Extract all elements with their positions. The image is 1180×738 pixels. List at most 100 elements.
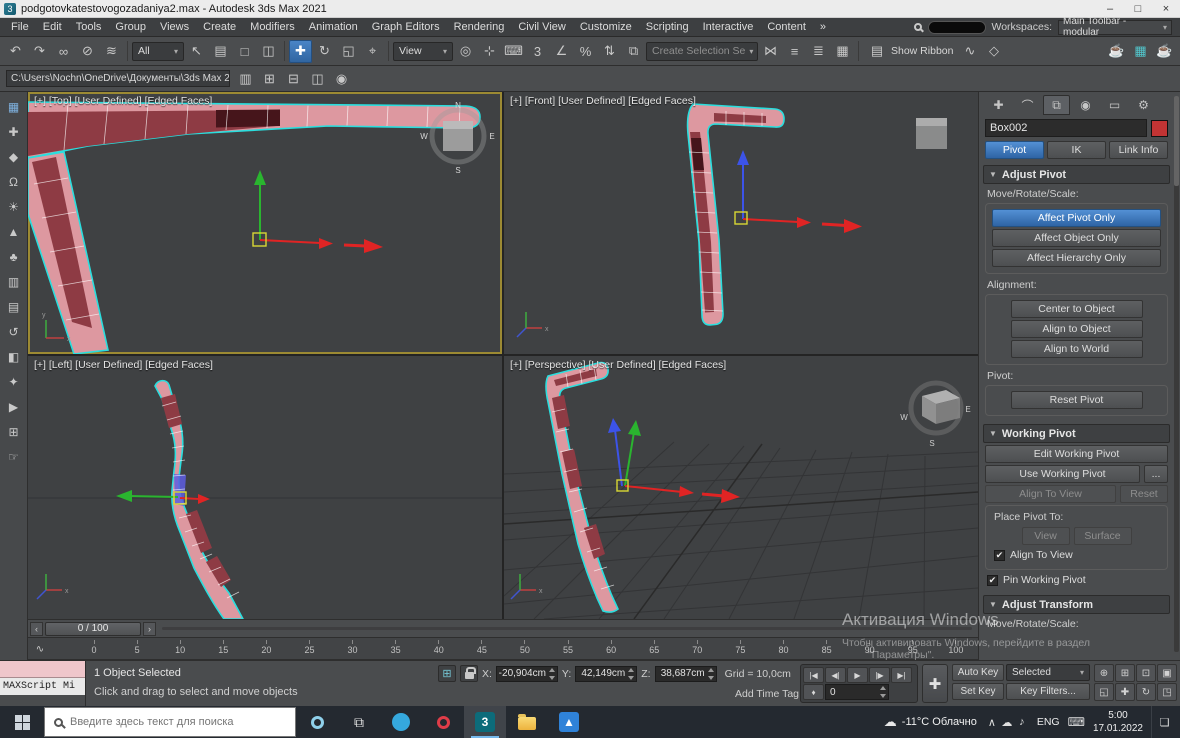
angle-snap-toggle-icon[interactable]: ∠ xyxy=(550,40,573,63)
motion-tab-icon[interactable]: ◉ xyxy=(1072,95,1099,115)
start-button[interactable] xyxy=(0,706,44,738)
viewport-top-canvas[interactable]: N E S W x y xyxy=(28,92,502,354)
left-toolbar-icon-8[interactable]: ▥ xyxy=(3,271,25,293)
set-keys-button[interactable]: ✚ xyxy=(922,664,948,703)
left-toolbar-icon-10[interactable]: ↺ xyxy=(3,321,25,343)
viewport-left[interactable]: x [+] [Left] [User Defined] [Edged Faces… xyxy=(28,356,502,619)
menu-edit[interactable]: Edit xyxy=(36,21,69,33)
select-by-name-icon[interactable]: ▤ xyxy=(209,40,232,63)
add-selection-set-icon[interactable]: ⊞ xyxy=(258,67,281,90)
working-pivot-rollout-header[interactable]: ▼ Working Pivot xyxy=(983,424,1170,443)
left-toolbar-icon-11[interactable]: ◧ xyxy=(3,346,25,368)
3ds-max-taskbar-icon[interactable]: 3 xyxy=(464,706,506,738)
weather-widget[interactable]: ☁ -11°C Облачно xyxy=(884,714,977,730)
left-toolbar-icon-6[interactable]: ▲ xyxy=(3,221,25,243)
create-tab-icon[interactable]: ✚ xyxy=(985,95,1012,115)
panel-scrollbar[interactable] xyxy=(1174,96,1179,652)
unlink-selection-icon[interactable]: ⊘ xyxy=(76,40,99,63)
utilities-tab-icon[interactable]: ⚙ xyxy=(1130,95,1157,115)
menu-content[interactable]: Content xyxy=(760,21,813,33)
viewport-top[interactable]: N E S W x y [+] [Top] [User Defined] [Ed… xyxy=(28,92,502,354)
left-toolbar-icon-14[interactable]: ⊞ xyxy=(3,421,25,443)
edit-named-selection-sets-icon[interactable]: ⧉ xyxy=(622,40,645,63)
workspace-dropdown[interactable]: Main Toolbar - modular ▾ xyxy=(1058,20,1172,35)
keyboard-shortcut-override-icon[interactable]: ⌨ xyxy=(502,40,525,63)
task-view-button[interactable]: ⧉ xyxy=(338,706,380,738)
opera-icon[interactable] xyxy=(422,706,464,738)
mini-curve-editor-button[interactable]: ∿ xyxy=(30,640,50,658)
bind-to-space-warp-icon[interactable]: ≋ xyxy=(100,40,123,63)
y-coordinate-field[interactable]: 42,149cm xyxy=(575,666,637,682)
object-color-swatch[interactable] xyxy=(1151,120,1168,137)
use-pivot-point-center-icon[interactable]: ◎ xyxy=(454,40,477,63)
menu-customize[interactable]: Customize xyxy=(573,21,639,33)
menu-animation[interactable]: Animation xyxy=(302,21,365,33)
clock[interactable]: 5:00 17.01.2022 xyxy=(1093,709,1143,735)
time-slider-prev-button[interactable]: ‹ xyxy=(30,622,43,636)
ik-button[interactable]: IK xyxy=(1047,141,1106,159)
play-button[interactable]: ▶ xyxy=(847,667,868,683)
viewport-perspective[interactable]: W S E x [+] [Perspective] [User Defined]… xyxy=(504,356,978,619)
add-time-tag[interactable]: Add Time Tag xyxy=(735,688,799,700)
display-tab-icon[interactable]: ▭ xyxy=(1101,95,1128,115)
volume-icon[interactable]: ♪ xyxy=(1015,716,1029,728)
selection-filter-dropdown[interactable]: All ▾ xyxy=(132,42,184,61)
select-and-rotate-icon[interactable]: ↻ xyxy=(313,40,336,63)
toggle-scene-explorer-icon[interactable]: ≣ xyxy=(807,40,830,63)
key-filters-button[interactable]: Key Filters... xyxy=(1006,683,1090,700)
edge-icon[interactable] xyxy=(380,706,422,738)
link-info-button[interactable]: Link Info xyxy=(1109,141,1168,159)
menu-scripting[interactable]: Scripting xyxy=(639,21,696,33)
menu-civil-view[interactable]: Civil View xyxy=(511,21,572,33)
transform-gizmo[interactable] xyxy=(608,418,740,503)
viewcube[interactable] xyxy=(916,118,947,149)
reset-working-pivot-button[interactable]: Reset xyxy=(1120,485,1168,503)
maximize-viewport-toggle-icon[interactable]: ◳ xyxy=(1157,683,1177,701)
show-ribbon-toggle[interactable]: ▤ Show Ribbon xyxy=(863,40,957,63)
working-pivot-options-button[interactable]: ... xyxy=(1144,465,1168,483)
hierarchy-tab-icon[interactable]: ⧉ xyxy=(1043,95,1070,115)
subtract-selection-set-icon[interactable]: ⊟ xyxy=(282,67,305,90)
hidden-icons-chevron[interactable]: ∧ xyxy=(985,716,999,729)
z-coordinate-field[interactable]: 38,687cm xyxy=(655,666,717,682)
left-toolbar-icon-4[interactable]: Ω xyxy=(3,171,25,193)
viewport-front[interactable]: x [+] [Front] [User Defined] [Edged Face… xyxy=(504,92,978,354)
time-slider-track[interactable] xyxy=(162,627,972,630)
adjust-transform-rollout-header[interactable]: ▼ Adjust Transform xyxy=(983,595,1170,614)
toggle-layer-explorer-icon[interactable]: ▦ xyxy=(831,40,854,63)
go-to-end-button[interactable]: ▶| xyxy=(891,667,912,683)
left-toolbar-icon-5[interactable]: ☀ xyxy=(3,196,25,218)
selection-set-dropdown[interactable]: Selected ▾ xyxy=(1006,664,1090,681)
modify-tab-icon[interactable]: ⌒ xyxy=(1014,95,1041,115)
select-and-manipulate-icon[interactable]: ⊹ xyxy=(478,40,501,63)
left-toolbar-icon-13[interactable]: ▶ xyxy=(3,396,25,418)
align-to-world-button[interactable]: Align to World xyxy=(1011,340,1143,358)
left-toolbar-icon-15[interactable]: ☞ xyxy=(3,446,25,468)
maximize-button[interactable]: □ xyxy=(1124,0,1152,17)
search-icon[interactable] xyxy=(914,23,922,31)
onedrive-icon[interactable]: ☁ xyxy=(1000,716,1014,729)
align-to-view-button[interactable]: Align To View xyxy=(985,485,1116,503)
menu-interactive[interactable]: Interactive xyxy=(696,21,761,33)
render-production-icon[interactable]: ☕ xyxy=(1153,40,1176,63)
orbit-icon[interactable]: ↻ xyxy=(1136,683,1156,701)
transform-gizmo[interactable] xyxy=(253,170,383,253)
select-and-link-icon[interactable]: ∞ xyxy=(52,40,75,63)
go-to-start-button[interactable]: |◀ xyxy=(803,667,824,683)
pin-working-pivot-checkbox[interactable]: ✔ Pin Working Pivot xyxy=(987,574,1166,586)
window-crossing-icon[interactable]: ◫ xyxy=(257,40,280,63)
zoom-extents-all-icon[interactable]: ▣ xyxy=(1157,664,1177,682)
viewport-front-label[interactable]: [+] [Front] [User Defined] [Edged Faces] xyxy=(510,95,696,107)
zoom-region-icon[interactable]: ◱ xyxy=(1094,683,1114,701)
create-selection-set-field[interactable]: Create Selection Se ▾ xyxy=(646,42,758,61)
place-pivot-view-button[interactable]: View xyxy=(1022,527,1070,545)
align-to-view-checkbox[interactable]: ✔ Align To View xyxy=(994,549,1159,561)
left-toolbar-icon-9[interactable]: ▤ xyxy=(3,296,25,318)
menu-file[interactable]: File xyxy=(4,21,36,33)
left-toolbar-icon-7[interactable]: ♣ xyxy=(3,246,25,268)
menu-modifiers[interactable]: Modifiers xyxy=(243,21,302,33)
redo-icon[interactable]: ↷ xyxy=(28,40,51,63)
schematic-view-icon[interactable]: ◇ xyxy=(982,40,1005,63)
center-to-object-button[interactable]: Center to Object xyxy=(1011,300,1143,318)
render-setup-icon[interactable]: ☕ xyxy=(1105,40,1128,63)
